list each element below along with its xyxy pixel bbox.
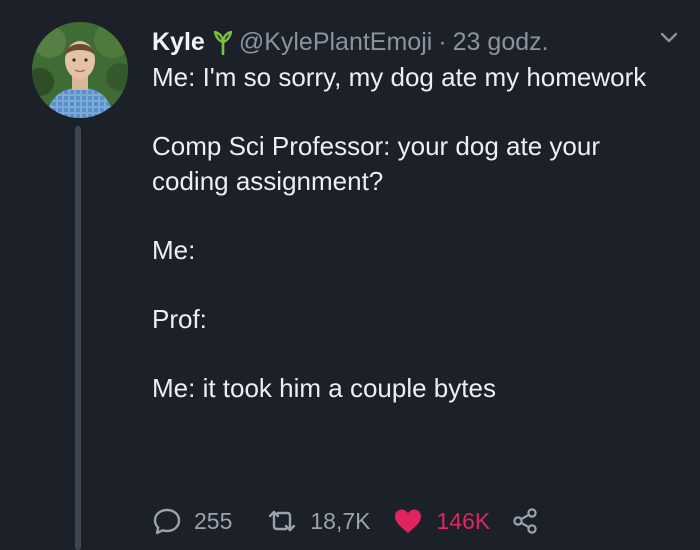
- share-icon: [513, 508, 537, 534]
- tweet-line: Me: I'm so sorry, my dog ate my homework: [152, 62, 647, 92]
- avatar[interactable]: [32, 22, 128, 118]
- timestamp[interactable]: 23 godz.: [453, 28, 549, 57]
- tweet-actions: 255 18,7K 146K: [152, 503, 540, 539]
- retweet-button[interactable]: 18,7K: [266, 506, 370, 536]
- retweet-count: 18,7K: [310, 507, 371, 534]
- tweet-line: Prof:: [152, 304, 207, 334]
- chevron-down-icon[interactable]: [654, 26, 684, 50]
- heart-icon: [395, 509, 422, 533]
- reply-icon: [153, 508, 181, 535]
- reply-count: 255: [194, 507, 233, 534]
- author-handle[interactable]: @KylePlantEmoji: [239, 28, 433, 57]
- tweet-text: Me: I'm so sorry, my dog ate my homework…: [152, 60, 682, 440]
- header-separator: ·: [438, 27, 447, 56]
- tweet: Kyle @KylePlantEmoji · 23 godz. Me: I'm …: [0, 0, 700, 550]
- like-button[interactable]: 146K: [392, 506, 490, 536]
- author-name[interactable]: Kyle: [152, 28, 205, 57]
- tweet-line: Me: it took him a couple bytes: [152, 373, 496, 403]
- plant-icon: [213, 29, 233, 56]
- thread-line: [75, 126, 81, 550]
- share-button[interactable]: [510, 506, 540, 536]
- retweet-icon: [269, 510, 296, 532]
- reply-button[interactable]: 255: [152, 506, 232, 536]
- tweet-line: Comp Sci Professor: your dog ate your co…: [152, 131, 600, 196]
- like-count: 146K: [436, 507, 491, 534]
- avatar-image: [32, 22, 128, 118]
- tweet-line: Me:: [152, 235, 196, 265]
- tweet-header: Kyle @KylePlantEmoji · 23 godz.: [152, 24, 549, 60]
